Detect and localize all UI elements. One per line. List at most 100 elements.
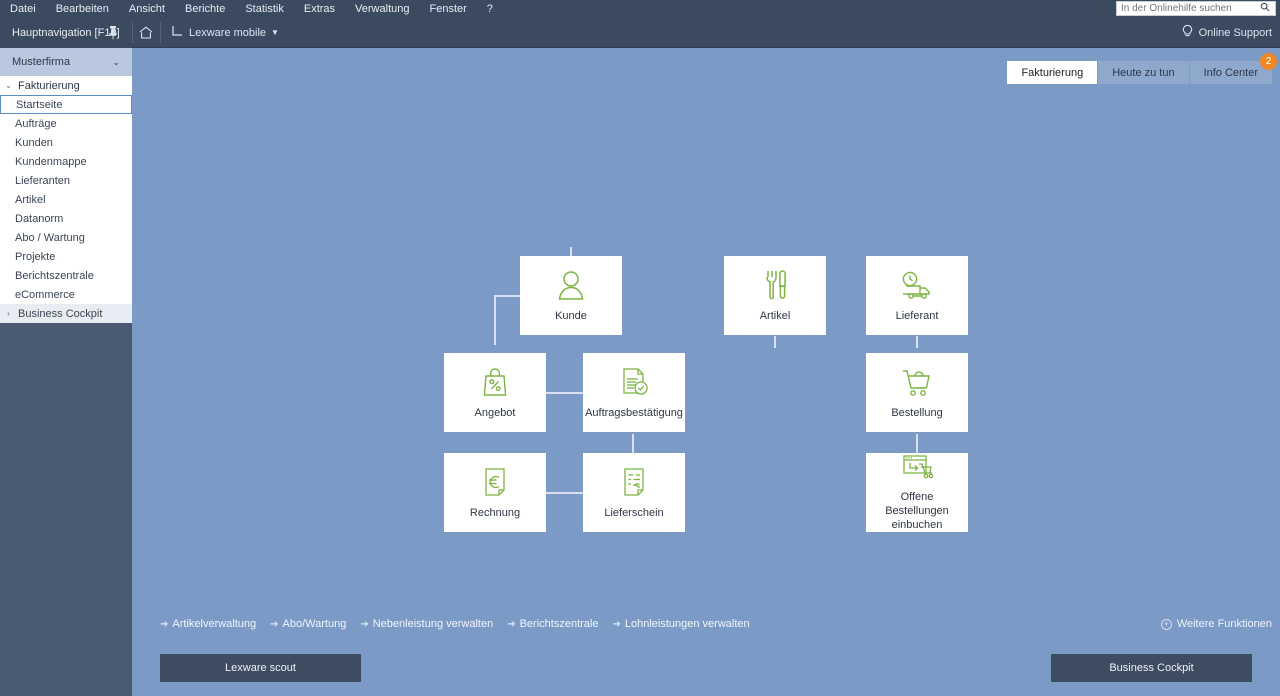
home-icon[interactable] [136,22,156,43]
truck-clock-icon [900,267,934,301]
sidebar-item-kunden[interactable]: Kunden [0,133,132,152]
sidebar-item-label: Lieferanten [15,174,71,187]
tile-label: Kunde [555,310,587,323]
sidebar-item-ecommerce[interactable]: eCommerce [0,285,132,304]
tile-lieferschein[interactable]: Lieferschein [583,453,685,532]
toolbar-divider-1 [132,22,133,43]
arrow-right-icon: ➔ [270,618,279,630]
tile-offene-bestellungen-einbuchen[interactable]: Offene Bestellungen einbuchen [866,453,968,532]
sidebar-item-label: Projekte [15,250,56,263]
tile-label: Offene Bestellungen einbuchen [885,491,949,531]
chevron-down-icon: ⌄ [5,81,12,90]
bag-percent-icon [481,364,509,398]
sidebar-item-label: Berichtszentrale [15,269,94,282]
search-icon[interactable] [1257,2,1273,15]
tile-lieferant[interactable]: Lieferant [866,256,968,335]
sidebar-item-auftraege[interactable]: Aufträge [0,114,132,133]
tile-kunde[interactable]: Kunde [520,256,622,335]
sidebar-item-kundenmappe[interactable]: Kundenmappe [0,152,132,171]
menu-item-help[interactable]: ? [477,3,503,15]
quick-link-nebenleistung-verwalten[interactable]: ➔ Nebenleistung verwalten [360,618,493,630]
lexware-mobile-dropdown[interactable]: Lexware mobile ▼ [164,17,285,48]
toolbar: Hauptnavigation [F10] Lexware mobile ▼ O… [0,17,1280,48]
sidebar-item-business-cockpit[interactable]: › Business Cockpit [0,304,132,323]
tile-label: Lieferant [895,310,939,323]
menu-item-extras[interactable]: Extras [294,3,345,15]
tile-label: Lieferschein [604,507,664,520]
online-help-search[interactable] [1116,1,1276,16]
tile-label: Bestellung [891,407,943,420]
toolbar-divider-2 [160,22,161,43]
sidebar-item-label: Artikel [15,193,46,206]
sidebar-item-label: Datanorm [15,212,64,225]
tile-label: Artikel [759,310,791,323]
tile-angebot[interactable]: Angebot [444,353,546,432]
tile-label: Angebot [474,407,516,420]
quick-link-label: Abo/Wartung [282,618,347,630]
tools-icon [761,267,789,301]
menu-item-bearbeiten[interactable]: Bearbeiten [46,3,119,15]
menu-item-datei[interactable]: Datei [0,3,46,15]
online-support-label: Online Support [1198,26,1272,39]
lexware-scout-button[interactable]: Lexware scout [160,654,361,682]
online-support-button[interactable]: Online Support [1181,17,1272,48]
chevron-down-icon[interactable]: ⌄ [112,57,120,68]
sidebar-item-abo-wartung[interactable]: Abo / Wartung [0,228,132,247]
sidebar-item-artikel[interactable]: Artikel [0,190,132,209]
sidebar-item-label: Business Cockpit [18,307,103,320]
company-name: Musterfirma [12,56,71,68]
sidebar-item-startseite[interactable]: Startseite [0,95,132,114]
tile-label: Rechnung [469,507,521,520]
sidebar: Musterfirma ⌄ ⌄ Fakturierung Startseite … [0,48,132,696]
lexware-mobile-label: Lexware mobile [189,26,267,39]
sidebar-item-label: Kundenmappe [15,155,87,168]
pin-icon[interactable] [106,25,120,40]
arrow-right-icon: ➔ [507,618,516,630]
menu-item-fenster[interactable]: Fenster [419,3,476,15]
sidebar-group-label: Fakturierung [18,79,80,92]
sidebar-item-lieferanten[interactable]: Lieferanten [0,171,132,190]
tile-artikel[interactable]: Artikel [724,256,826,335]
workflow-diagram: Kunde Artikel Lieferant Angebot Auftrags… [132,48,1280,696]
tile-label: Auftragsbestätigung [585,407,683,420]
sidebar-item-datanorm[interactable]: Datanorm [0,209,132,228]
business-cockpit-button[interactable]: Business Cockpit [1051,654,1252,682]
content-area: Fakturierung Heute zu tun Info Center 2 [132,48,1280,696]
quick-link-artikelverwaltung[interactable]: ➔ Artikelverwaltung [160,618,256,630]
lightbulb-icon [1181,24,1194,41]
menu-item-berichte[interactable]: Berichte [175,3,235,15]
main-navigation-title: Hauptnavigation [F10] [12,26,120,39]
sidebar-item-projekte[interactable]: Projekte [0,247,132,266]
menu-bar: Datei Bearbeiten Ansicht Berichte Statis… [0,0,1280,17]
quick-link-label: Lohnleistungen verwalten [624,618,750,630]
menu-item-verwaltung[interactable]: Verwaltung [345,3,419,15]
arrow-right-icon: ➔ [160,618,169,630]
tile-bestellung[interactable]: Bestellung [866,353,968,432]
sidebar-group-fakturierung[interactable]: ⌄ Fakturierung [0,76,132,95]
shopping-cart-icon [901,364,933,398]
delivery-note-icon [620,464,648,498]
arrow-right-icon: ➔ [360,618,369,630]
arrow-right-icon: ➔ [612,618,621,630]
document-check-icon [618,364,650,398]
connector-lieferant-to-bestellung [916,336,918,348]
search-input[interactable] [1117,2,1257,15]
lexware-mobile-icon [170,24,184,41]
sidebar-item-label: Aufträge [15,117,57,130]
menu-item-ansicht[interactable]: Ansicht [119,3,175,15]
menu-item-statistik[interactable]: Statistik [235,3,294,15]
company-selector[interactable]: Musterfirma ⌄ [0,48,132,76]
more-functions-link[interactable]: + Weitere Funktionen [1160,618,1272,630]
main-navigation-header: Hauptnavigation [F10] [0,17,132,48]
sidebar-item-label: eCommerce [15,288,75,301]
sidebar-item-label: Startseite [16,98,63,111]
sidebar-item-berichtszentrale[interactable]: Berichtszentrale [0,266,132,285]
tile-auftragsbestaetigung[interactable]: Auftragsbestätigung [583,353,685,432]
quick-link-abo-wartung[interactable]: ➔ Abo/Wartung [270,618,346,630]
plus-circle-icon: + [1160,618,1172,630]
person-icon [556,267,586,301]
quick-link-berichtszentrale[interactable]: ➔ Berichtszentrale [507,618,598,630]
tile-rechnung[interactable]: Rechnung [444,453,546,532]
chevron-down-icon: ▼ [271,28,279,37]
quick-link-lohnleistungen-verwalten[interactable]: ➔ Lohnleistungen verwalten [612,618,749,630]
